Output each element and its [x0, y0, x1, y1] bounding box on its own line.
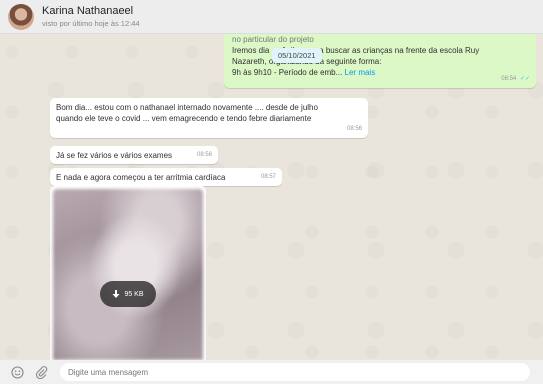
- image-message[interactable]: 95 KB: [50, 186, 206, 360]
- message-time: 08:54 ✓✓: [501, 74, 530, 85]
- attach-icon[interactable]: [34, 365, 48, 379]
- incoming-message[interactable]: E nada e agora começou a ter arritmia ca…: [50, 168, 282, 186]
- message-time: 08:57: [260, 174, 276, 180]
- incoming-message[interactable]: Já se fez vários e vários exames 08:56: [50, 146, 218, 164]
- contact-info[interactable]: Karina Nathanaeel visto por último hoje …: [42, 5, 140, 29]
- message-time: 08:56: [196, 152, 212, 158]
- message-line: no particular do projeto: [232, 35, 314, 44]
- outgoing-message[interactable]: no particular do projeto Iremos dia … ôn…: [224, 34, 536, 88]
- message-time: 08:56: [346, 126, 362, 132]
- time-text: 08:54: [501, 76, 517, 82]
- chat-area: no particular do projeto Iremos dia … ôn…: [0, 34, 543, 360]
- read-more-link[interactable]: Ler mais: [345, 68, 376, 77]
- emoji-icon[interactable]: [10, 365, 24, 379]
- double-check-icon: ✓✓: [519, 76, 530, 82]
- contact-name: Karina Nathanaeel: [42, 4, 134, 17]
- download-button[interactable]: 95 KB: [100, 281, 156, 307]
- message-text: 9h às 9h10 - Período de emb...: [232, 68, 343, 77]
- message-text: Já se fez vários e vários exames: [56, 151, 173, 160]
- message-text: E nada e agora começou a ter arritmia ca…: [56, 173, 226, 182]
- message-composer: [0, 360, 543, 384]
- message-line: Bom dia... estou com o nathanael interna…: [56, 103, 318, 112]
- download-size: 95 KB: [124, 290, 144, 298]
- avatar[interactable]: [8, 3, 34, 30]
- message-line: 9h às 9h10 - Período de emb... Ler mais: [232, 67, 528, 78]
- blurred-image-preview: [53, 189, 203, 360]
- message-input[interactable]: [60, 363, 530, 381]
- contact-status: visto por último hoje às 12:44: [42, 18, 140, 28]
- incoming-message[interactable]: Bom dia... estou com o nathanael interna…: [50, 98, 368, 138]
- download-icon: [112, 289, 120, 298]
- date-chip: 05/10/2021: [272, 48, 322, 63]
- chat-header: Karina Nathanaeel visto por último hoje …: [0, 0, 543, 34]
- message-line: quando ele teve o covid ... vem emagrece…: [56, 114, 312, 123]
